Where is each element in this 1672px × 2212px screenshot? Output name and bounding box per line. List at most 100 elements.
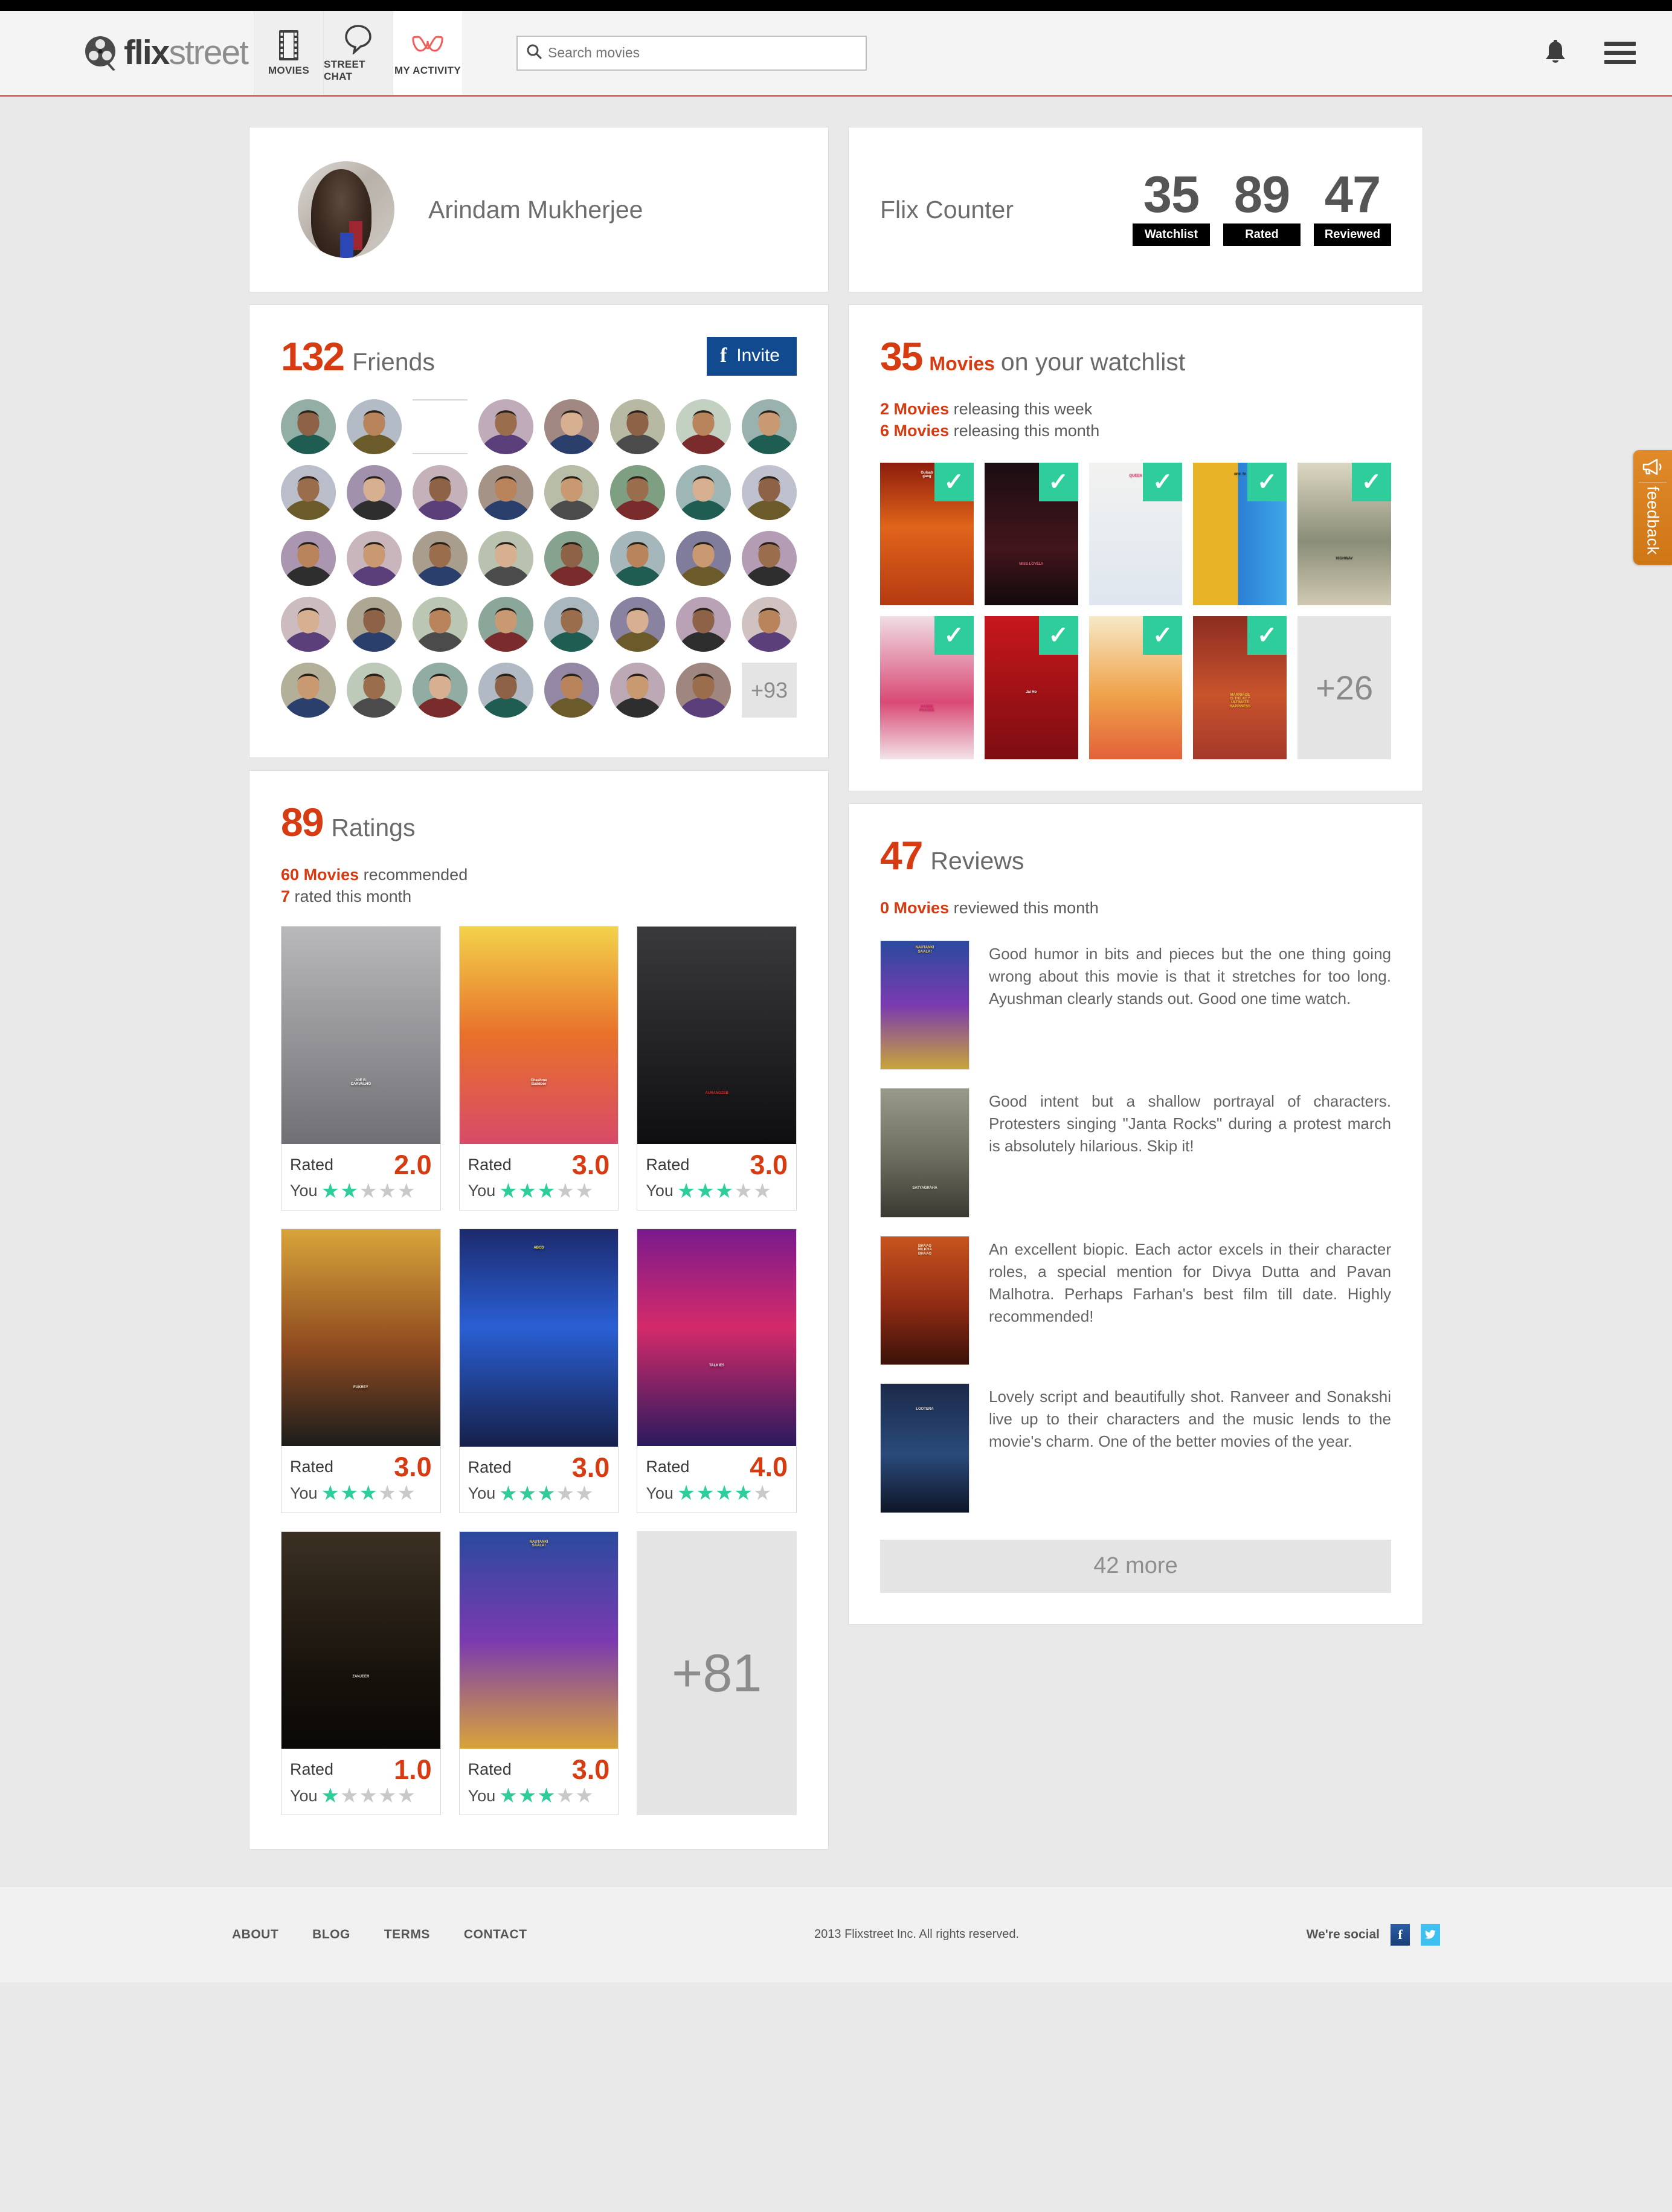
- star[interactable]: ★: [359, 1786, 378, 1806]
- star-rating[interactable]: ★ ★ ★ ★ ★: [677, 1483, 771, 1503]
- counter-reviewed[interactable]: 47 Reviewed: [1314, 169, 1391, 246]
- star-rating[interactable]: ★ ★ ★ ★ ★: [321, 1483, 416, 1503]
- star[interactable]: ★: [378, 1786, 396, 1806]
- star[interactable]: ★: [556, 1181, 574, 1201]
- star-rating[interactable]: ★ ★ ★ ★ ★: [321, 1181, 416, 1201]
- friend-avatar[interactable]: [413, 597, 468, 652]
- star[interactable]: ★: [397, 1483, 416, 1503]
- star[interactable]: ★: [340, 1181, 358, 1201]
- star[interactable]: ★: [518, 1181, 536, 1201]
- friend-avatar[interactable]: [544, 465, 599, 520]
- review-movie-poster[interactable]: NAUTANKI SAALA!: [880, 940, 969, 1070]
- ratings-more-button[interactable]: +81: [637, 1531, 797, 1816]
- star[interactable]: ★: [753, 1483, 771, 1503]
- review-movie-poster[interactable]: SATYAGRAHA: [880, 1088, 969, 1218]
- star[interactable]: ★: [715, 1181, 733, 1201]
- friend-avatar[interactable]: [610, 531, 665, 586]
- watchlist-poster[interactable]: Gulaab gang ✓: [880, 462, 974, 606]
- friend-avatar[interactable]: [742, 531, 797, 586]
- star[interactable]: ★: [537, 1484, 555, 1504]
- rated-movie-card[interactable]: AURANGZEB Rated 3.0 You ★ ★ ★ ★ ★: [637, 925, 797, 1210]
- footer-link-blog[interactable]: BLOG: [312, 1927, 350, 1942]
- star-rating[interactable]: ★ ★ ★ ★ ★: [499, 1786, 593, 1806]
- nav-item-my-activity[interactable]: MY ACTIVITY: [393, 11, 462, 95]
- star[interactable]: ★: [397, 1786, 416, 1806]
- watchlist-poster[interactable]: HIGHWAY ✓: [1297, 462, 1391, 606]
- star[interactable]: ★: [575, 1484, 593, 1504]
- movie-poster[interactable]: JOE B. CARVALHO: [281, 926, 440, 1144]
- star[interactable]: ★: [696, 1181, 714, 1201]
- friend-avatar[interactable]: [281, 597, 336, 652]
- friend-avatar[interactable]: [413, 531, 468, 586]
- rated-movie-card[interactable]: ZANJEER Rated 1.0 You ★ ★ ★ ★ ★: [281, 1531, 441, 1816]
- watchlist-poster[interactable]: QUEEN ✓: [1088, 462, 1183, 606]
- feedback-tab[interactable]: feedback: [1633, 450, 1672, 565]
- star[interactable]: ★: [696, 1483, 714, 1503]
- star[interactable]: ★: [340, 1786, 358, 1806]
- nav-item-movies[interactable]: MOVIES: [254, 11, 323, 95]
- movie-poster[interactable]: AURANGZEB: [637, 926, 796, 1144]
- star[interactable]: ★: [556, 1484, 574, 1504]
- footer-link-about[interactable]: ABOUT: [232, 1927, 278, 1942]
- friend-avatar[interactable]: [676, 663, 731, 718]
- friend-avatar[interactable]: [544, 531, 599, 586]
- hamburger-menu-icon[interactable]: [1604, 42, 1636, 64]
- star[interactable]: ★: [753, 1181, 771, 1201]
- friend-avatar[interactable]: [413, 663, 468, 718]
- footer-link-contact[interactable]: CONTACT: [464, 1927, 527, 1942]
- friend-avatar[interactable]: [347, 597, 402, 652]
- friend-avatar[interactable]: [478, 663, 533, 718]
- friend-avatar[interactable]: [281, 531, 336, 586]
- star-rating[interactable]: ★ ★ ★ ★ ★: [677, 1181, 771, 1201]
- watchlist-poster[interactable]: ✓: [1088, 616, 1183, 759]
- friend-avatar[interactable]: [347, 531, 402, 586]
- friend-avatar[interactable]: [281, 663, 336, 718]
- star[interactable]: ★: [734, 1181, 752, 1201]
- review-movie-poster[interactable]: LOOTERA: [880, 1383, 969, 1513]
- friend-avatar[interactable]: [610, 399, 665, 454]
- avatar[interactable]: [298, 161, 394, 258]
- watchlist-poster[interactable]: MARRIAGE IS THE KEY ULTIMATE HAPPINESS ✓: [1193, 616, 1287, 759]
- watchlist-poster[interactable]: HASEE PHASEE ✓: [880, 616, 974, 759]
- friend-avatar[interactable]: [281, 465, 336, 520]
- star[interactable]: ★: [537, 1181, 555, 1201]
- facebook-invite-button[interactable]: f Invite: [706, 337, 797, 376]
- rated-movie-card[interactable]: FUKREY Rated 3.0 You ★ ★ ★ ★ ★: [281, 1228, 441, 1513]
- star[interactable]: ★: [397, 1181, 416, 1201]
- star-rating[interactable]: ★ ★ ★ ★ ★: [499, 1181, 593, 1201]
- friend-avatar[interactable]: [610, 465, 665, 520]
- friend-avatar[interactable]: [742, 465, 797, 520]
- star[interactable]: ★: [677, 1483, 695, 1503]
- star[interactable]: ★: [537, 1786, 555, 1806]
- star[interactable]: ★: [518, 1786, 536, 1806]
- movie-poster[interactable]: Chashme Baddoor: [459, 926, 619, 1144]
- star[interactable]: ★: [378, 1483, 396, 1503]
- star[interactable]: ★: [359, 1181, 378, 1201]
- friend-avatar[interactable]: [478, 531, 533, 586]
- star[interactable]: ★: [340, 1483, 358, 1503]
- friend-avatar[interactable]: [544, 399, 599, 454]
- star[interactable]: ★: [518, 1484, 536, 1504]
- watchlist-poster[interactable]: Jai Ho ✓: [984, 616, 1078, 759]
- twitter-icon[interactable]: [1421, 1923, 1440, 1946]
- star[interactable]: ★: [321, 1786, 339, 1806]
- watchlist-poster[interactable]: one tv ✓: [1193, 462, 1287, 606]
- star[interactable]: ★: [715, 1483, 733, 1503]
- star[interactable]: ★: [575, 1786, 593, 1806]
- counter-watchlist[interactable]: 35 Watchlist: [1133, 169, 1210, 246]
- star[interactable]: ★: [499, 1484, 517, 1504]
- friend-avatar[interactable]: [478, 597, 533, 652]
- friend-avatar[interactable]: [610, 663, 665, 718]
- star[interactable]: ★: [378, 1181, 396, 1201]
- star-rating[interactable]: ★ ★ ★ ★ ★: [321, 1786, 416, 1806]
- friend-avatar[interactable]: [478, 399, 533, 454]
- movie-poster[interactable]: TALKIES: [637, 1229, 796, 1447]
- watchlist-more-button[interactable]: +26: [1297, 616, 1391, 759]
- friend-avatar[interactable]: [347, 399, 402, 454]
- star[interactable]: ★: [321, 1483, 339, 1503]
- movie-poster[interactable]: ZANJEER: [281, 1531, 440, 1749]
- friend-avatar[interactable]: [347, 663, 402, 718]
- movie-poster[interactable]: NAUTANKI SAALA!: [459, 1531, 619, 1749]
- review-movie-poster[interactable]: BHAAG MILKHA BHAAG: [880, 1235, 969, 1366]
- friend-avatar[interactable]: [347, 465, 402, 520]
